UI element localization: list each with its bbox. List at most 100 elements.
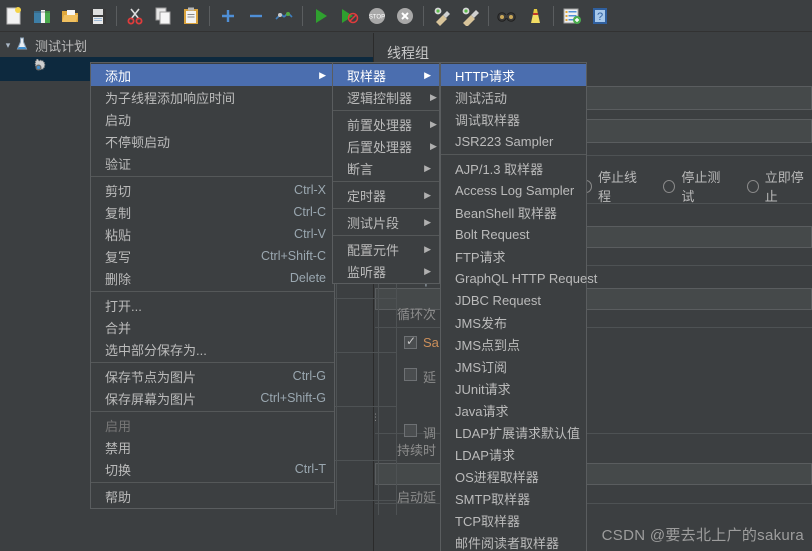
menu-element-type-item[interactable]: 监听器 ▶	[333, 260, 439, 282]
menu-node-item[interactable]: 粘贴 Ctrl-V	[91, 223, 334, 245]
cut-icon[interactable]	[121, 2, 149, 30]
menu-sampler-item[interactable]: FTP请求	[441, 245, 586, 267]
shutdown-icon[interactable]	[391, 2, 419, 30]
copy-icon[interactable]	[149, 2, 177, 30]
menu-element-type-item[interactable]: 断言 ▶	[333, 157, 439, 179]
menu-sampler-item[interactable]: JMS发布	[441, 311, 586, 333]
menu-node-item[interactable]: 删除 Delete	[91, 267, 334, 289]
menu-node-separator	[91, 291, 334, 292]
toggle-icon[interactable]	[270, 2, 298, 30]
menu-node-item[interactable]: 打开...	[91, 294, 334, 316]
start-icon[interactable]	[307, 2, 335, 30]
thread-group-icon	[30, 58, 47, 79]
new-icon[interactable]	[0, 2, 28, 30]
label-delay-create: 延	[423, 370, 437, 385]
menu-node-separator	[91, 482, 334, 483]
search-icon[interactable]	[493, 2, 521, 30]
reset-search-icon[interactable]	[521, 2, 549, 30]
menu-sampler-item[interactable]: GraphQL HTTP Request	[441, 267, 597, 289]
separator-4	[423, 5, 424, 26]
save-icon[interactable]	[84, 2, 112, 30]
menu-sampler-item[interactable]: JMS订阅	[441, 355, 586, 377]
menu-sampler-item[interactable]: JUnit请求	[441, 377, 586, 399]
menu-node-item[interactable]: 不停顿启动	[91, 130, 334, 152]
context-menu-node[interactable]: 添加 ▶ 为子线程添加响应时间 启动 不停顿启动验证剪切 Ctrl-X 复制 Ctrl-C 粘贴…	[90, 62, 335, 509]
help-icon[interactable]: ?	[586, 2, 614, 30]
menu-node-item[interactable]: 帮助	[91, 485, 334, 507]
paste-icon[interactable]	[177, 2, 205, 30]
collapse-all-icon[interactable]	[242, 2, 270, 30]
menu-sampler-item[interactable]: LDAP扩展请求默认值	[441, 421, 586, 443]
menu-node-item[interactable]: 添加 ▶	[91, 64, 334, 86]
radio-stop-test[interactable]	[663, 179, 676, 193]
menu-element-type-item[interactable]: 配置元件 ▶	[333, 238, 439, 260]
menu-node-item[interactable]: 为子线程添加响应时间	[91, 86, 334, 108]
menu-sampler-item[interactable]: LDAP请求	[441, 443, 586, 465]
chevron-down-icon[interactable]: ▾	[2, 40, 14, 51]
menu-sampler-item[interactable]: AJP/1.3 取样器	[441, 157, 586, 179]
menu-element-type-separator	[333, 208, 439, 209]
menu-element-type-item-label: 取样器	[347, 68, 387, 84]
menu-element-type-separator	[333, 181, 439, 182]
menu-sampler-item[interactable]: JSR223 Sampler	[441, 130, 586, 152]
menu-node-item[interactable]: 启动	[91, 108, 334, 130]
radio-label-stop-now: 立即停止	[764, 170, 804, 204]
menu-node-item[interactable]: 保存节点为图片 Ctrl-G	[91, 365, 334, 387]
menu-sampler-item[interactable]: Java请求	[441, 399, 586, 421]
menu-node-item-shortcut: Ctrl+Shift-C	[261, 249, 326, 263]
chevron-right-icon: ▶	[430, 91, 437, 102]
menu-sampler-item[interactable]: 测试活动	[441, 86, 586, 108]
menu-sampler-item[interactable]: TCP取样器	[441, 509, 586, 531]
menu-sampler-item[interactable]: HTTP请求	[441, 64, 586, 86]
chevron-right-icon: ▶	[424, 189, 431, 200]
menu-node-item[interactable]: 禁用	[91, 436, 334, 458]
menu-element-type-separator	[333, 110, 439, 111]
menu-sampler-item[interactable]: 邮件阅读者取样器	[441, 531, 586, 551]
menu-node-item[interactable]: 复制 Ctrl-C	[91, 201, 334, 223]
radio-label-stop-test: 停止测试	[681, 170, 721, 204]
checkbox-delay-create[interactable]	[404, 368, 417, 381]
expand-all-icon[interactable]	[214, 2, 242, 30]
menu-node-item[interactable]: 保存屏幕为图片 Ctrl+Shift-G	[91, 387, 334, 409]
menu-sampler-item[interactable]: Bolt Request	[441, 223, 586, 245]
label-same-user: Sa	[423, 335, 439, 350]
menu-sampler-item[interactable]: OS进程取样器	[441, 465, 586, 487]
start-no-pause-icon[interactable]	[335, 2, 363, 30]
menu-sampler-item[interactable]: JMS点到点	[441, 333, 586, 355]
menu-node-item[interactable]: 验证	[91, 152, 334, 174]
function-helper-icon[interactable]	[558, 2, 586, 30]
menu-sampler-item[interactable]: 调试取样器	[441, 108, 586, 130]
separator-5	[488, 5, 489, 26]
menu-node-item-label: 验证	[105, 156, 132, 172]
checkbox-scheduler[interactable]	[404, 424, 417, 437]
clear-icon[interactable]	[428, 2, 456, 30]
menu-node-item[interactable]: 切换 Ctrl-T	[91, 458, 334, 480]
split-handle[interactable]: ⋮	[371, 413, 380, 422]
menu-node-item[interactable]: 剪切 Ctrl-X	[91, 179, 334, 201]
tree-node-test-plan[interactable]: ▾ 测试计划	[0, 33, 373, 57]
menu-element-type-item[interactable]: 前置处理器 ▶	[333, 113, 439, 135]
menu-node-item-shortcut: Ctrl-G	[292, 369, 326, 383]
templates-icon[interactable]	[28, 2, 56, 30]
stop-icon[interactable]: STOP	[363, 2, 391, 30]
clear-all-icon[interactable]	[456, 2, 484, 30]
checkbox-same-user[interactable]	[404, 334, 417, 349]
submenu-add-element[interactable]: 取样器 ▶ 逻辑控制器 ▶ 前置处理器 ▶ 后置处理器 ▶ 断言 ▶ 定时器 ▶ 测试片段 ▶ 配置元件 ▶ 监…	[332, 62, 440, 284]
menu-element-type-item[interactable]: 逻辑控制器 ▶	[333, 86, 439, 108]
radio-stop-now[interactable]	[746, 179, 759, 193]
menu-element-type-item[interactable]: 取样器 ▶	[333, 64, 439, 86]
menu-node-item[interactable]: 复写 Ctrl+Shift-C	[91, 245, 334, 267]
menu-sampler-item[interactable]: JDBC Request	[441, 289, 586, 311]
menu-node-item[interactable]: 合并	[91, 316, 334, 338]
menu-element-type-item[interactable]: 后置处理器 ▶	[333, 135, 439, 157]
menu-element-type-item[interactable]: 测试片段 ▶	[333, 211, 439, 233]
open-icon[interactable]	[56, 2, 84, 30]
menu-node-item[interactable]: 选中部分保存为...	[91, 338, 334, 360]
menu-element-type-item[interactable]: 定时器 ▶	[333, 184, 439, 206]
menu-node-item-label: 打开...	[105, 298, 142, 314]
menu-sampler-item-label: JMS发布	[455, 315, 508, 331]
submenu-sampler-list[interactable]: HTTP请求 测试活动 调试取样器 JSR223 Sampler AJP/1.3 取样器…	[440, 62, 597, 551]
menu-sampler-item[interactable]: Access Log Sampler	[441, 179, 586, 201]
menu-sampler-item[interactable]: BeanShell 取样器	[441, 201, 586, 223]
menu-sampler-item[interactable]: SMTP取样器	[441, 487, 586, 509]
